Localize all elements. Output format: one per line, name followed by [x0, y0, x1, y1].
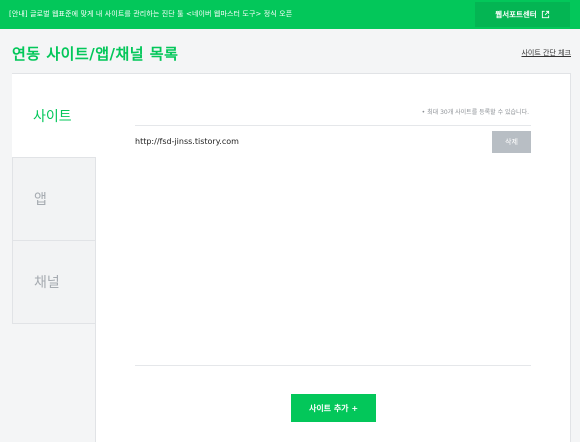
- delete-site-button[interactable]: 삭제: [492, 131, 531, 153]
- site-health-check-link[interactable]: 사이트 간단 체크: [521, 48, 571, 58]
- page-title: 연동 사이트/앱/채널 목록: [12, 45, 179, 63]
- web-support-center-button[interactable]: 웹서포트센터: [475, 2, 570, 27]
- sidebar-filler: [12, 324, 96, 442]
- web-support-center-label: 웹서포트센터: [495, 10, 537, 19]
- announcement-banner: [안내] 글로벌 웹표준에 맞게 내 사이트를 관리하는 진단 툴 <네이버 웹…: [0, 0, 580, 29]
- site-url: http://fsd-jinss.tistory.com: [135, 137, 239, 146]
- add-site-button[interactable]: 사이트 추가 +: [291, 394, 376, 422]
- tab-channel[interactable]: 채널: [12, 240, 96, 324]
- external-link-icon: [541, 10, 549, 19]
- announcement-text[interactable]: [안내] 글로벌 웹표준에 맞게 내 사이트를 관리하는 진단 툴 <네이버 웹…: [9, 9, 292, 19]
- connected-list-panel: 사이트 앱 채널 • 최대 30개 사이트를 등록할 수 있습니다. http:…: [12, 73, 571, 442]
- list-divider-bottom: [135, 365, 531, 366]
- site-list-item: http://fsd-jinss.tistory.com 삭제: [135, 129, 531, 153]
- list-divider-top: [135, 125, 531, 126]
- site-limit-notice: • 최대 30개 사이트를 등록할 수 있습니다.: [421, 109, 529, 116]
- tab-app[interactable]: 앱: [12, 157, 96, 241]
- tab-site[interactable]: 사이트: [12, 74, 96, 157]
